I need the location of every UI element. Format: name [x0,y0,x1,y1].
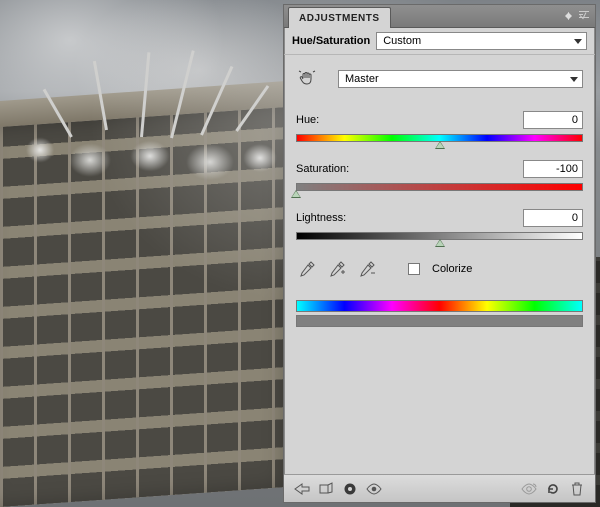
targeted-adjustment-tool[interactable] [296,68,318,90]
chevron-down-icon [574,39,582,44]
delete-button[interactable] [565,478,589,500]
expand-view-button[interactable] [314,478,338,500]
colorize-checkbox[interactable] [408,263,420,275]
lightness-input[interactable]: 0 [523,209,583,227]
output-spectrum-strip [296,315,583,327]
hue-slider[interactable] [296,134,583,144]
reset-button[interactable] [541,478,565,500]
lightness-label: Lightness: [296,212,523,224]
adjustment-title: Hue/Saturation [292,35,370,47]
panel-tab-bar: ADJUSTMENTS [284,5,595,28]
back-button[interactable] [290,478,314,500]
hue-thumb[interactable] [435,141,445,149]
previous-state-button[interactable] [517,478,541,500]
panel-footer [284,474,595,502]
saturation-label: Saturation: [296,163,523,175]
eyedropper-add-button[interactable] [326,258,348,280]
preset-select-value: Custom [383,35,421,47]
panel-menu-icon[interactable] [576,8,592,23]
saturation-slider-group: Saturation: -100 [296,160,583,193]
preset-select[interactable]: Custom [376,32,587,50]
lightness-slider-group: Lightness: 0 [296,209,583,242]
input-spectrum-strip [296,300,583,312]
chevron-down-icon [570,77,578,82]
channel-select[interactable]: Master [338,70,583,88]
collapse-panel-icon[interactable] [560,8,576,23]
colorize-label: Colorize [432,263,472,275]
saturation-track [296,183,583,191]
lightness-thumb[interactable] [435,239,445,247]
lightness-slider[interactable] [296,232,583,242]
tab-adjustments[interactable]: ADJUSTMENTS [288,7,391,28]
hue-slider-group: Hue: 0 [296,111,583,144]
hue-label: Hue: [296,114,523,126]
saturation-thumb[interactable] [291,190,301,198]
adjustments-panel: ADJUSTMENTS Hue/Saturation Custom Master [283,4,596,503]
clip-to-layer-button[interactable] [338,478,362,500]
eyedropper-row: Colorize [296,258,583,280]
eyedropper-button[interactable] [296,258,318,280]
channel-select-value: Master [345,73,379,85]
panel-body: Master Hue: 0 Saturation: -100 [284,55,595,502]
visibility-button[interactable] [362,478,386,500]
hue-input[interactable]: 0 [523,111,583,129]
panel-header: Hue/Saturation Custom [284,28,595,55]
eyedropper-subtract-button[interactable] [356,258,378,280]
saturation-slider[interactable] [296,183,583,193]
saturation-input[interactable]: -100 [523,160,583,178]
